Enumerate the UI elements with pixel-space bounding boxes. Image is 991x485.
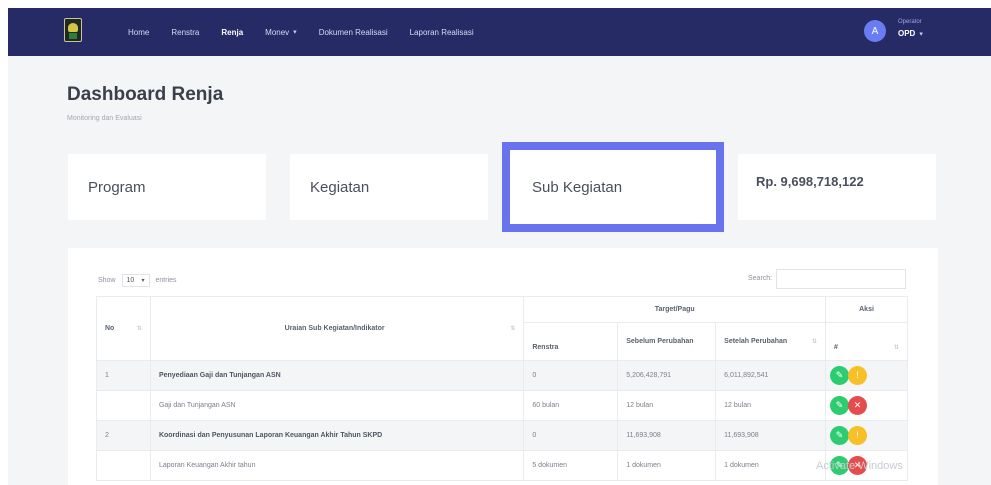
page-subtitle: Monitoring dan Evaluasi [67,115,142,122]
cell-sesudah: 12 bulan [715,390,827,421]
cell-renstra: 0 [523,420,619,451]
info-icon: ! [856,370,859,380]
col-renstra[interactable]: Renstra [523,322,619,361]
table-row: 1 Penyediaan Gaji dan Tunjangan ASN 0 5,… [96,360,908,391]
cell-no: 1 [96,360,151,391]
col-aksi-group: Aksi [825,296,908,323]
nav-menu: Home Renstra Renja Monev ▾ Dokumen Reali… [128,8,496,56]
cell-sebelum: 12 bulan [617,390,717,421]
col-renstra-label: Renstra [532,344,559,351]
delete-button[interactable]: ✕ [848,396,867,415]
col-uraian-label: Uraian Sub Kegiatan/Indikator [284,325,385,332]
cell-no [96,450,151,481]
cell-sebelum: 5,206,428,791 [617,360,717,391]
cell-sesudah: 11,693,908 [715,420,827,451]
chevron-down-icon: ▾ [141,278,145,284]
cell-sebelum: 11,693,908 [617,420,717,451]
col-no-label: No [105,325,115,332]
user-menu[interactable]: Operator OPD ▾ [898,19,923,38]
cell-uraian: Koordinasi dan Penyusunan Laporan Keuang… [149,420,525,451]
col-sebelum-label: Sebelum Perubahan [626,338,694,345]
chevron-down-icon: ▾ [293,29,297,36]
sort-icon: ⇅ [812,339,818,345]
edit-icon: ✎ [835,370,844,380]
search-label: Search: [748,275,773,282]
card-program-label: Program [88,178,146,196]
entries-label: entries [155,277,177,284]
cell-no: 2 [96,420,151,451]
cell-aksi: ✎ ! [825,360,908,391]
edit-button[interactable]: ✎ [830,366,850,385]
col-aksi-label: # [834,344,838,351]
page-title: Dashboard Renja [67,84,224,105]
col-sesudah[interactable]: Setelah Perubahan ⇅ [715,322,827,361]
card-sub-kegiatan-label: Sub Kegiatan [532,178,623,196]
cell-renstra: 5 dokumen [523,450,619,481]
cell-uraian: Gaji dan Tunjangan ASN [149,390,525,421]
activate-windows-watermark: Activate Windows [816,460,903,472]
cell-aksi: ✎ ! [825,420,908,451]
cell-no [96,390,151,421]
entries-select[interactable]: 10 ▾ [121,274,150,287]
nav-item-laporan-realisasi[interactable]: Laporan Realisasi [410,28,474,37]
nav-item-monev[interactable]: Monev ▾ [265,28,297,37]
cell-sesudah: 1 dokumen [715,450,827,481]
cell-renstra: 60 bulan [523,390,619,421]
delete-icon: ✕ [853,400,862,410]
table-panel: Show 10 ▾ entries Search: No ⇅ Uraian Su… [68,248,938,485]
cell-uraian: Penyediaan Gaji dan Tunjangan ASN [149,360,525,391]
total-amount: Rp. 9,698,718,122 [756,174,864,189]
cell-sebelum: 1 dokumen [617,450,717,481]
card-kegiatan[interactable]: Kegiatan [290,154,488,220]
card-program[interactable]: Program [68,154,266,220]
page: Home Renstra Renja Monev ▾ Dokumen Reali… [8,8,991,485]
avatar[interactable]: A [864,20,886,42]
sort-icon: ⇅ [136,326,142,332]
cell-aksi: ✎ ✕ [825,390,908,421]
cell-uraian: Laporan Keuangan Akhir tahun [149,450,525,481]
search-input[interactable] [776,269,906,289]
card-kegiatan-label: Kegiatan [310,178,370,196]
chevron-down-icon: ▾ [919,30,923,38]
card-sub-kegiatan[interactable]: Sub Kegiatan [502,142,724,232]
table-row: 2 Koordinasi dan Penyusunan Laporan Keua… [96,420,908,451]
table-row: Laporan Keuangan Akhir tahun 5 dokumen 1… [96,450,908,481]
entries-select-value: 10 [126,277,135,284]
info-icon: ! [856,430,859,440]
col-sebelum[interactable]: Sebelum Perubahan [617,322,717,361]
user-name: OPD [898,29,916,38]
card-total-amount: Rp. 9,698,718,122 [738,154,936,220]
show-label: Show [98,277,116,284]
cell-sesudah: 6,011,892,541 [715,360,827,391]
col-no[interactable]: No ⇅ [96,296,151,361]
cell-renstra: 0 [523,360,619,391]
sub-kegiatan-table: No ⇅ Uraian Sub Kegiatan/Indikator ⇅ Tar… [96,296,908,481]
col-target-group: Target/Pagu [523,296,827,323]
nav-item-monev-label: Monev [265,27,290,37]
info-button[interactable]: ! [848,366,867,385]
user-role: Operator [898,19,922,25]
nav-item-renja[interactable]: Renja [221,28,243,37]
edit-icon: ✎ [835,430,844,440]
col-sesudah-label: Setelah Perubahan [724,338,788,345]
nav-item-renstra[interactable]: Renstra [171,28,199,37]
sort-icon: ⇅ [510,326,516,332]
col-uraian[interactable]: Uraian Sub Kegiatan/Indikator ⇅ [149,296,525,361]
nav-item-home[interactable]: Home [128,28,149,37]
logo-icon[interactable] [64,18,82,42]
edit-button[interactable]: ✎ [830,396,850,415]
table-row: Gaji dan Tunjangan ASN 60 bulan 12 bulan… [96,390,908,421]
navbar: Home Renstra Renja Monev ▾ Dokumen Reali… [8,8,991,56]
edit-icon: ✎ [835,400,844,410]
nav-item-dokumen-realisasi[interactable]: Dokumen Realisasi [319,28,388,37]
edit-button[interactable]: ✎ [830,426,850,445]
user-name-wrap: OPD ▾ [898,29,923,38]
show-entries: Show 10 ▾ entries [98,274,177,287]
col-aksi[interactable]: # ⇅ [825,322,908,361]
sort-icon: ⇅ [893,345,899,351]
info-button[interactable]: ! [848,426,867,445]
